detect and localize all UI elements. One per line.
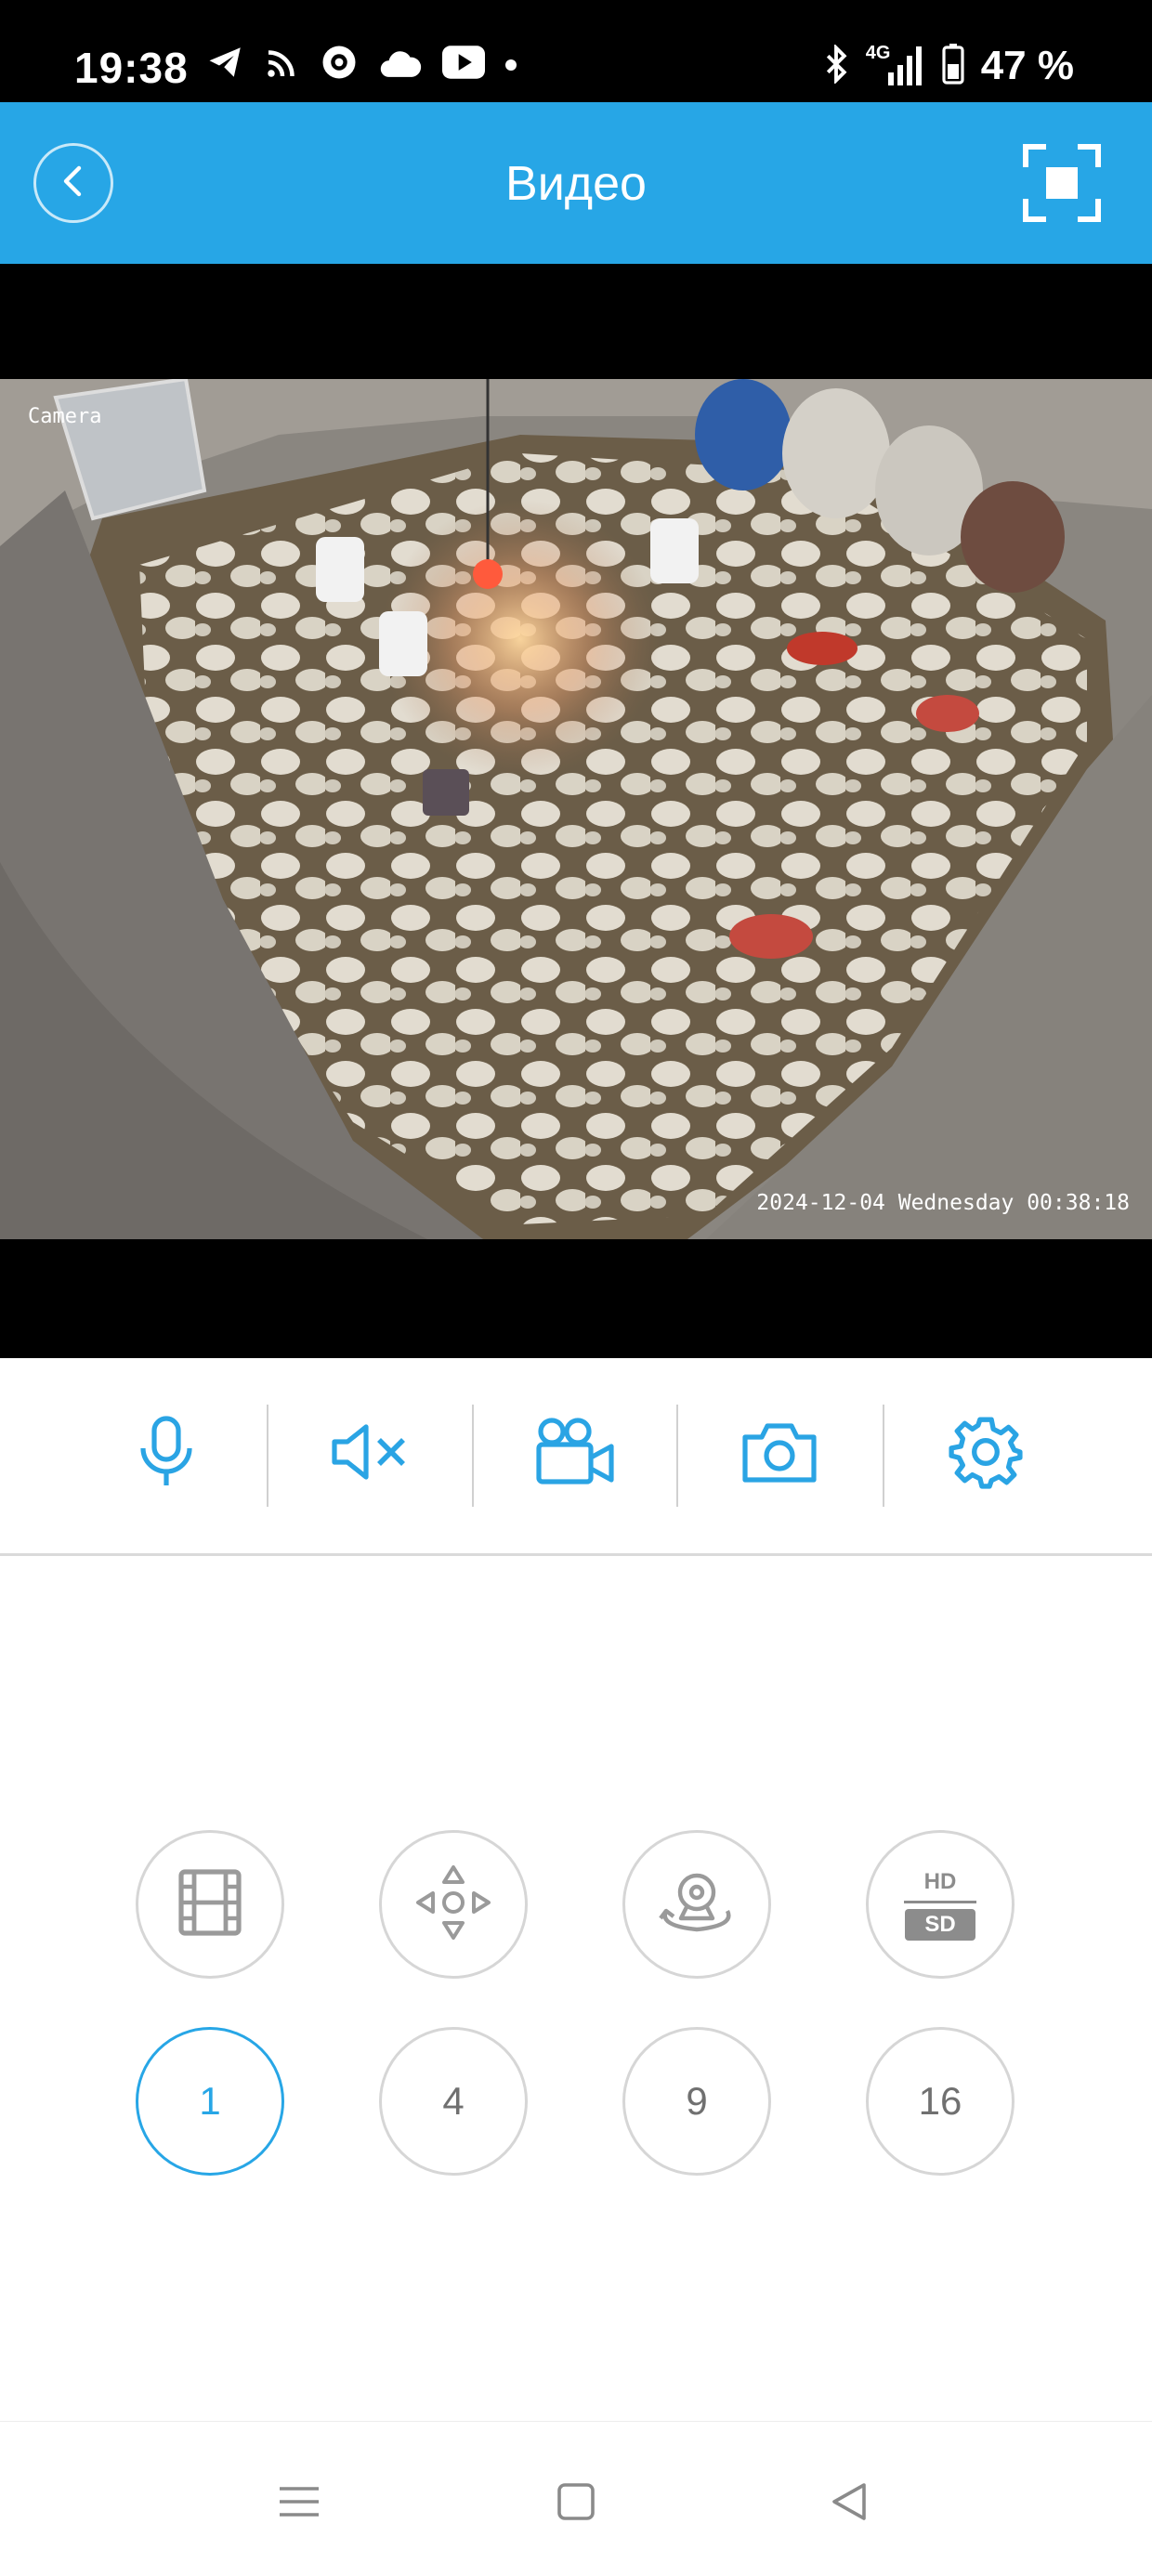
video-timestamp: 2024-12-04 Wednesday 00:38:18 [756, 1191, 1130, 1215]
title-bar: Видео [0, 102, 1152, 264]
hd-label: HD [923, 1868, 957, 1894]
video-record-icon [533, 1417, 617, 1492]
cloud-icon [379, 44, 422, 85]
notification-dot [505, 59, 517, 71]
video-player[interactable]: Camera 2024-12-04 Wednesday 00:38:18 [0, 264, 1152, 1358]
snapshot-button[interactable] [728, 1403, 831, 1505]
mute-button[interactable] [320, 1403, 422, 1505]
camera-feed-image [0, 379, 1152, 1239]
fullscreen-icon [1022, 144, 1102, 227]
player-toolbar [0, 1358, 1152, 1556]
signal-icon: 4G [866, 43, 925, 85]
system-navigation-bar [0, 2421, 1152, 2576]
hd-sd-icon: HD SD [904, 1869, 976, 1941]
youtube-icon [442, 46, 485, 84]
settings-gear-icon [948, 1414, 1024, 1495]
camera-feed[interactable]: Camera 2024-12-04 Wednesday 00:38:18 [0, 379, 1152, 1239]
direction-pad-icon [414, 1863, 492, 1946]
home-button[interactable] [539, 2466, 613, 2541]
recents-button[interactable] [262, 2466, 336, 2541]
speaker-muted-icon [329, 1419, 412, 1489]
telegram-icon [206, 43, 245, 86]
hd-sd-divider [904, 1900, 976, 1903]
sd-label: SD [905, 1908, 975, 1941]
toolbar-divider [883, 1405, 884, 1507]
record-button[interactable] [524, 1403, 626, 1505]
hd-sd-toggle-button[interactable]: HD SD [866, 1830, 1015, 1979]
page-title: Видео [505, 157, 647, 211]
film-strip-icon [177, 1868, 242, 1942]
fullscreen-button[interactable] [1022, 143, 1102, 223]
battery-icon [942, 43, 964, 89]
toolbar-divider [472, 1405, 474, 1507]
status-bar: 19:38 4G 47 % [0, 0, 1152, 102]
back-triangle-icon [829, 2481, 870, 2527]
layout-9-button[interactable]: 9 [622, 2027, 771, 2176]
home-square-icon [556, 2481, 596, 2527]
vpn-globe-icon [320, 43, 359, 86]
layout-1-button[interactable]: 1 [136, 2027, 284, 2176]
toolbar-divider [676, 1405, 678, 1507]
playback-button[interactable] [136, 1830, 284, 1979]
camera-snapshot-icon [740, 1419, 819, 1490]
camera-name-overlay: Camera [28, 405, 102, 428]
camera-rotate-button[interactable] [622, 1830, 771, 1979]
bluetooth-icon [823, 43, 849, 88]
layout-16-button[interactable]: 16 [866, 2027, 1015, 2176]
back-nav-button[interactable] [812, 2466, 886, 2541]
cast-icon [266, 46, 299, 84]
camera-rotate-icon [655, 1870, 739, 1940]
toolbar-divider [267, 1405, 268, 1507]
battery-percent: 47 % [980, 43, 1074, 88]
microphone-icon [134, 1415, 199, 1494]
status-time: 19:38 [74, 44, 189, 92]
layout-4-button[interactable]: 4 [379, 2027, 528, 2176]
settings-button[interactable] [935, 1403, 1037, 1505]
menu-icon [278, 2483, 321, 2525]
microphone-button[interactable] [115, 1403, 217, 1505]
ptz-control-button[interactable] [379, 1830, 528, 1979]
